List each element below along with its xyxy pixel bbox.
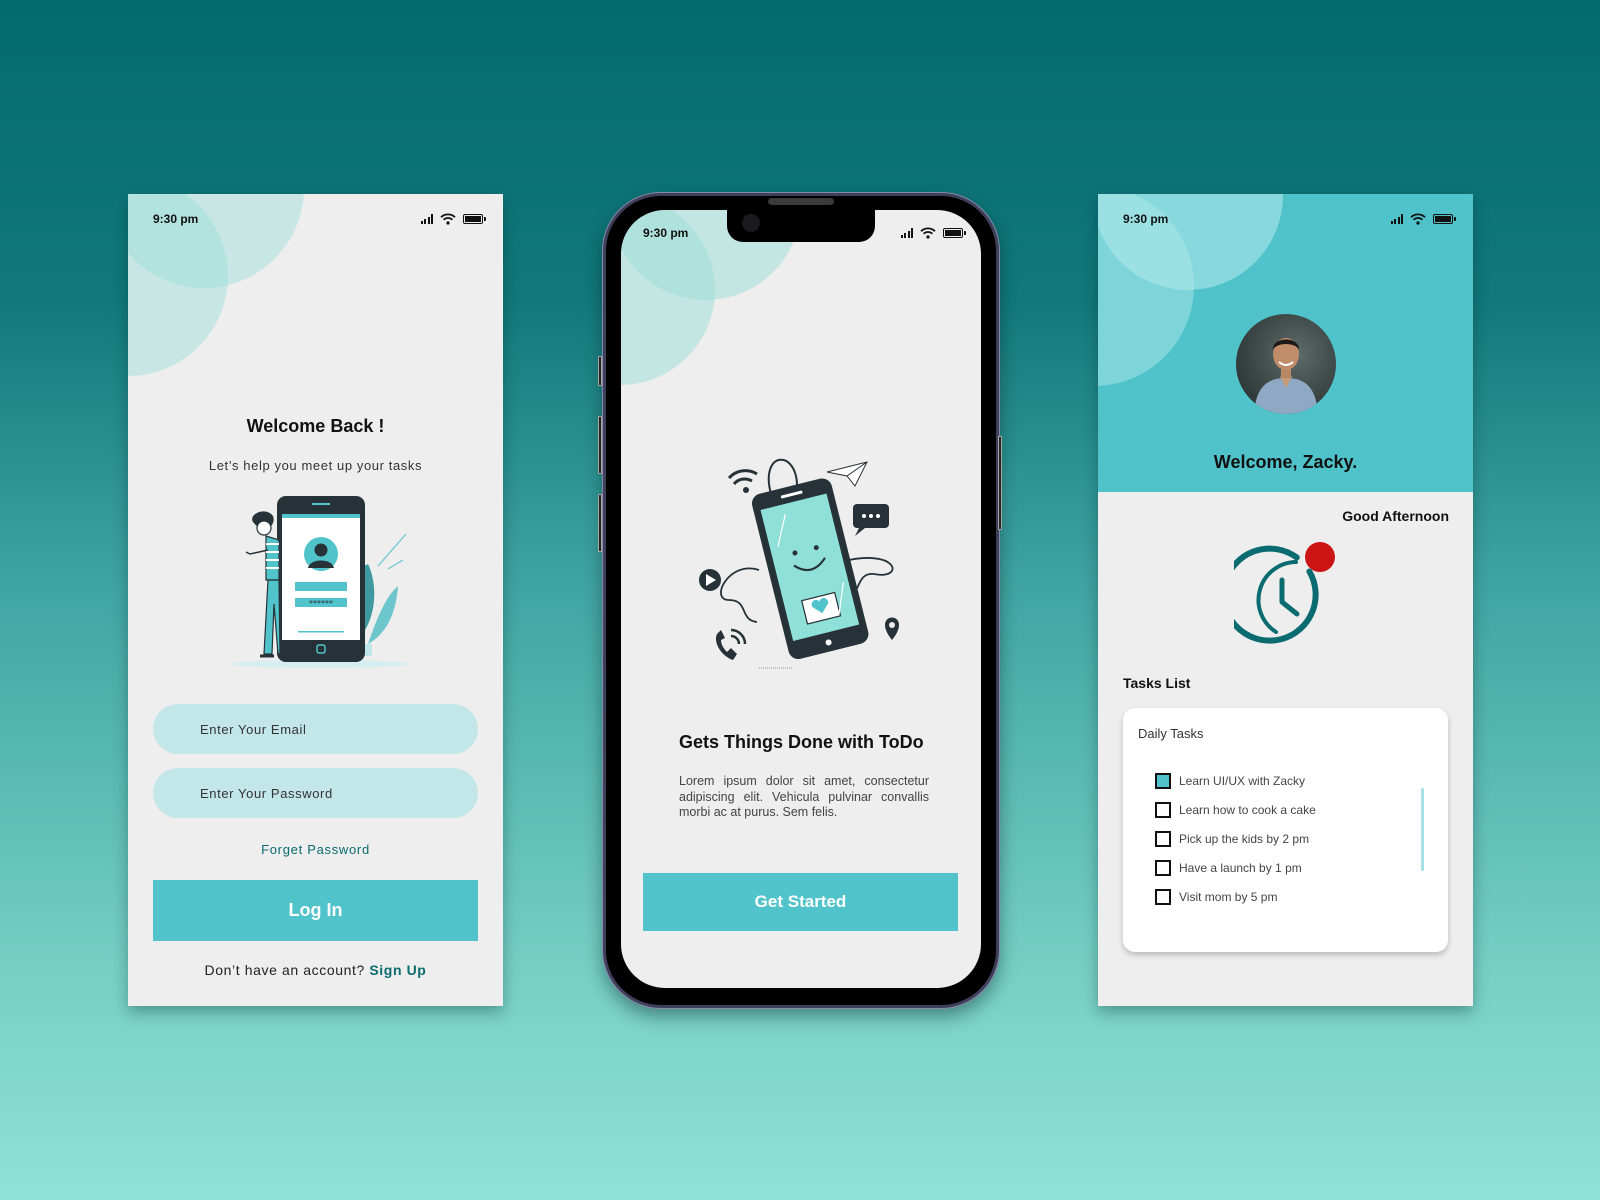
- task-checkbox[interactable]: [1155, 888, 1171, 905]
- wifi-icon: [440, 213, 456, 225]
- camera-icon: [742, 214, 760, 232]
- signup-link[interactable]: Sign Up: [369, 962, 426, 978]
- task-item[interactable]: Visit mom by 5 pm: [1155, 882, 1316, 911]
- status-time: 9:30 pm: [643, 226, 689, 240]
- daily-tasks-card: Daily Tasks Learn UI/UX with Zacky Learn…: [1123, 708, 1448, 952]
- signup-prompt: Don’t have an account?: [204, 962, 365, 978]
- battery-icon: [943, 228, 966, 238]
- task-checkbox[interactable]: [1155, 830, 1171, 847]
- card-title: Daily Tasks: [1138, 726, 1204, 741]
- status-bar: 9:30 pm: [1098, 194, 1473, 244]
- tasks-list-label: Tasks List: [1123, 675, 1191, 691]
- avatar[interactable]: [1236, 314, 1336, 414]
- wifi-icon: [727, 469, 758, 493]
- page-subtitle: Let’s help you meet up your tasks: [208, 458, 423, 473]
- onboarding-title: Gets Things Done with ToDo: [679, 732, 924, 752]
- phone-notch: [727, 210, 875, 242]
- task-item[interactable]: Learn how to cook a cake: [1155, 795, 1316, 824]
- greeting-text: Good Afternoon: [1342, 508, 1449, 524]
- mute-switch: [598, 356, 602, 386]
- task-item[interactable]: Have a launch by 1 pm: [1155, 853, 1316, 882]
- volume-up-button: [598, 416, 602, 474]
- page-title: Welcome Back !: [246, 416, 385, 436]
- power-button: [998, 436, 1002, 530]
- signal-icon: [900, 228, 913, 238]
- status-time: 9:30 pm: [1123, 212, 1169, 226]
- task-item[interactable]: Learn UI/UX with Zacky: [1155, 766, 1316, 795]
- volume-down-button: [598, 494, 602, 552]
- login-screen: 9:30 pm Welcome Back ! Let’s help you me…: [128, 194, 503, 1006]
- signal-icon: [1390, 214, 1403, 224]
- onboarding-screen: 9:30 pm Gets Things Done with ToDo Lorem…: [621, 210, 981, 988]
- man-figure: [245, 511, 281, 658]
- onboarding-body: Lorem ipsum dolor sit amet, consectetur …: [679, 774, 929, 819]
- play-icon: [699, 569, 721, 591]
- task-list: Learn UI/UX with Zacky Learn how to cook…: [1155, 766, 1316, 911]
- battery-icon: [463, 214, 486, 224]
- notification-dot: [1305, 542, 1335, 572]
- task-item[interactable]: Pick up the kids by 2 pm: [1155, 824, 1316, 853]
- status-bar: 9:30 pm: [128, 194, 503, 244]
- speaker-grille: [768, 198, 834, 205]
- signal-icon: [420, 214, 433, 224]
- wifi-icon: [1410, 213, 1426, 225]
- signup-row: Don’t have an account? Sign Up: [128, 962, 503, 978]
- paper-plane-icon: [826, 461, 868, 487]
- scrollbar[interactable]: [1421, 788, 1424, 871]
- svg-text:******: ******: [309, 599, 333, 608]
- task-checkbox[interactable]: [1155, 801, 1171, 818]
- clock-notification-icon[interactable]: [1234, 542, 1338, 646]
- email-input[interactable]: [153, 704, 478, 754]
- login-illustration: ******: [230, 496, 410, 668]
- user-photo: [1254, 338, 1318, 414]
- task-checkbox[interactable]: [1155, 859, 1171, 876]
- status-time: 9:30 pm: [153, 212, 199, 226]
- task-checkbox[interactable]: [1155, 772, 1171, 789]
- wifi-icon: [920, 227, 936, 239]
- forget-password-link[interactable]: Forget Password: [128, 842, 503, 857]
- battery-icon: [1433, 214, 1456, 224]
- smiling-phone-illustration: [699, 458, 899, 669]
- password-input[interactable]: [153, 768, 478, 818]
- chat-bubble-icon: [853, 504, 889, 536]
- dashboard-screen: Welcome, Zacky. 9:30 pm Good Afternoon T…: [1098, 194, 1473, 1006]
- get-started-button[interactable]: Get Started: [643, 873, 958, 931]
- login-button[interactable]: Log In: [153, 880, 478, 941]
- phone-graphic: ******: [277, 496, 365, 662]
- welcome-heading: Welcome, Zacky.: [1213, 452, 1358, 472]
- phone-call-icon: [715, 630, 737, 660]
- location-pin-icon: [885, 617, 899, 640]
